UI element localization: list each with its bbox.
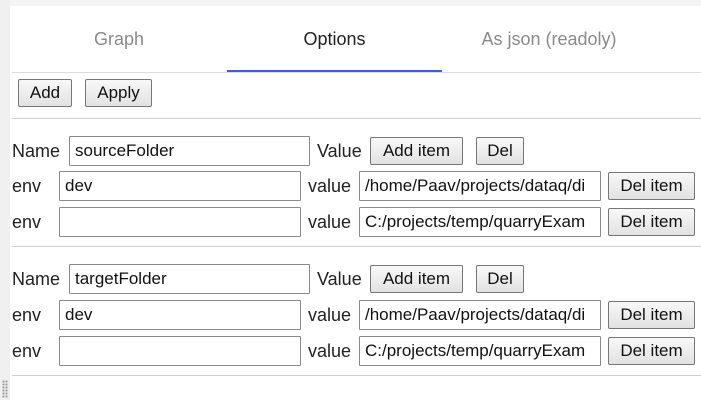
option-name-input[interactable]: sourceFolder [69, 136, 310, 166]
env-label: env [12, 341, 42, 361]
env-input[interactable] [59, 336, 301, 366]
add-button[interactable]: Add [18, 79, 72, 107]
value-input[interactable]: /home/Paav/projects/dataq/di [359, 171, 601, 201]
del-item-button[interactable]: Del item [608, 208, 695, 236]
value-input[interactable]: C:/projects/temp/quarryExam [359, 336, 601, 366]
del-item-button[interactable]: Del item [608, 172, 695, 200]
value-input[interactable]: C:/projects/temp/quarryExam [359, 207, 601, 237]
add-item-button[interactable]: Add item [370, 265, 463, 293]
value-label: value [308, 176, 352, 196]
del-option-button[interactable]: Del [476, 265, 524, 293]
value-header-label: Value [317, 269, 362, 289]
value-label: value [308, 305, 352, 325]
tab-graph[interactable]: Graph [12, 6, 226, 72]
value-label: value [308, 341, 352, 361]
option-name-input[interactable]: targetFolder [69, 264, 310, 294]
env-label: env [12, 176, 42, 196]
env-input[interactable]: dev [59, 171, 301, 201]
separator [12, 375, 701, 376]
tab-bar: Graph Options As json (readoly) [12, 6, 701, 73]
separator [12, 246, 701, 247]
env-input[interactable] [59, 207, 301, 237]
del-option-button[interactable]: Del [476, 137, 524, 165]
apply-button[interactable]: Apply [85, 79, 152, 107]
value-input[interactable]: /home/Paav/projects/dataq/di [359, 300, 601, 330]
separator [12, 118, 701, 119]
del-item-button[interactable]: Del item [608, 337, 695, 365]
value-label: value [308, 212, 352, 232]
resize-grip-icon[interactable] [2, 380, 8, 398]
add-item-button[interactable]: Add item [370, 137, 463, 165]
tab-as-json[interactable]: As json (readoly) [442, 6, 656, 72]
env-label: env [12, 305, 42, 325]
del-item-button[interactable]: Del item [608, 301, 695, 329]
value-header-label: Value [317, 141, 362, 161]
tab-options[interactable]: Options [227, 6, 442, 72]
name-label: Name [12, 269, 61, 289]
left-panel-edge [0, 0, 10, 400]
name-label: Name [12, 141, 61, 161]
env-label: env [12, 212, 42, 232]
env-input[interactable]: dev [59, 300, 301, 330]
